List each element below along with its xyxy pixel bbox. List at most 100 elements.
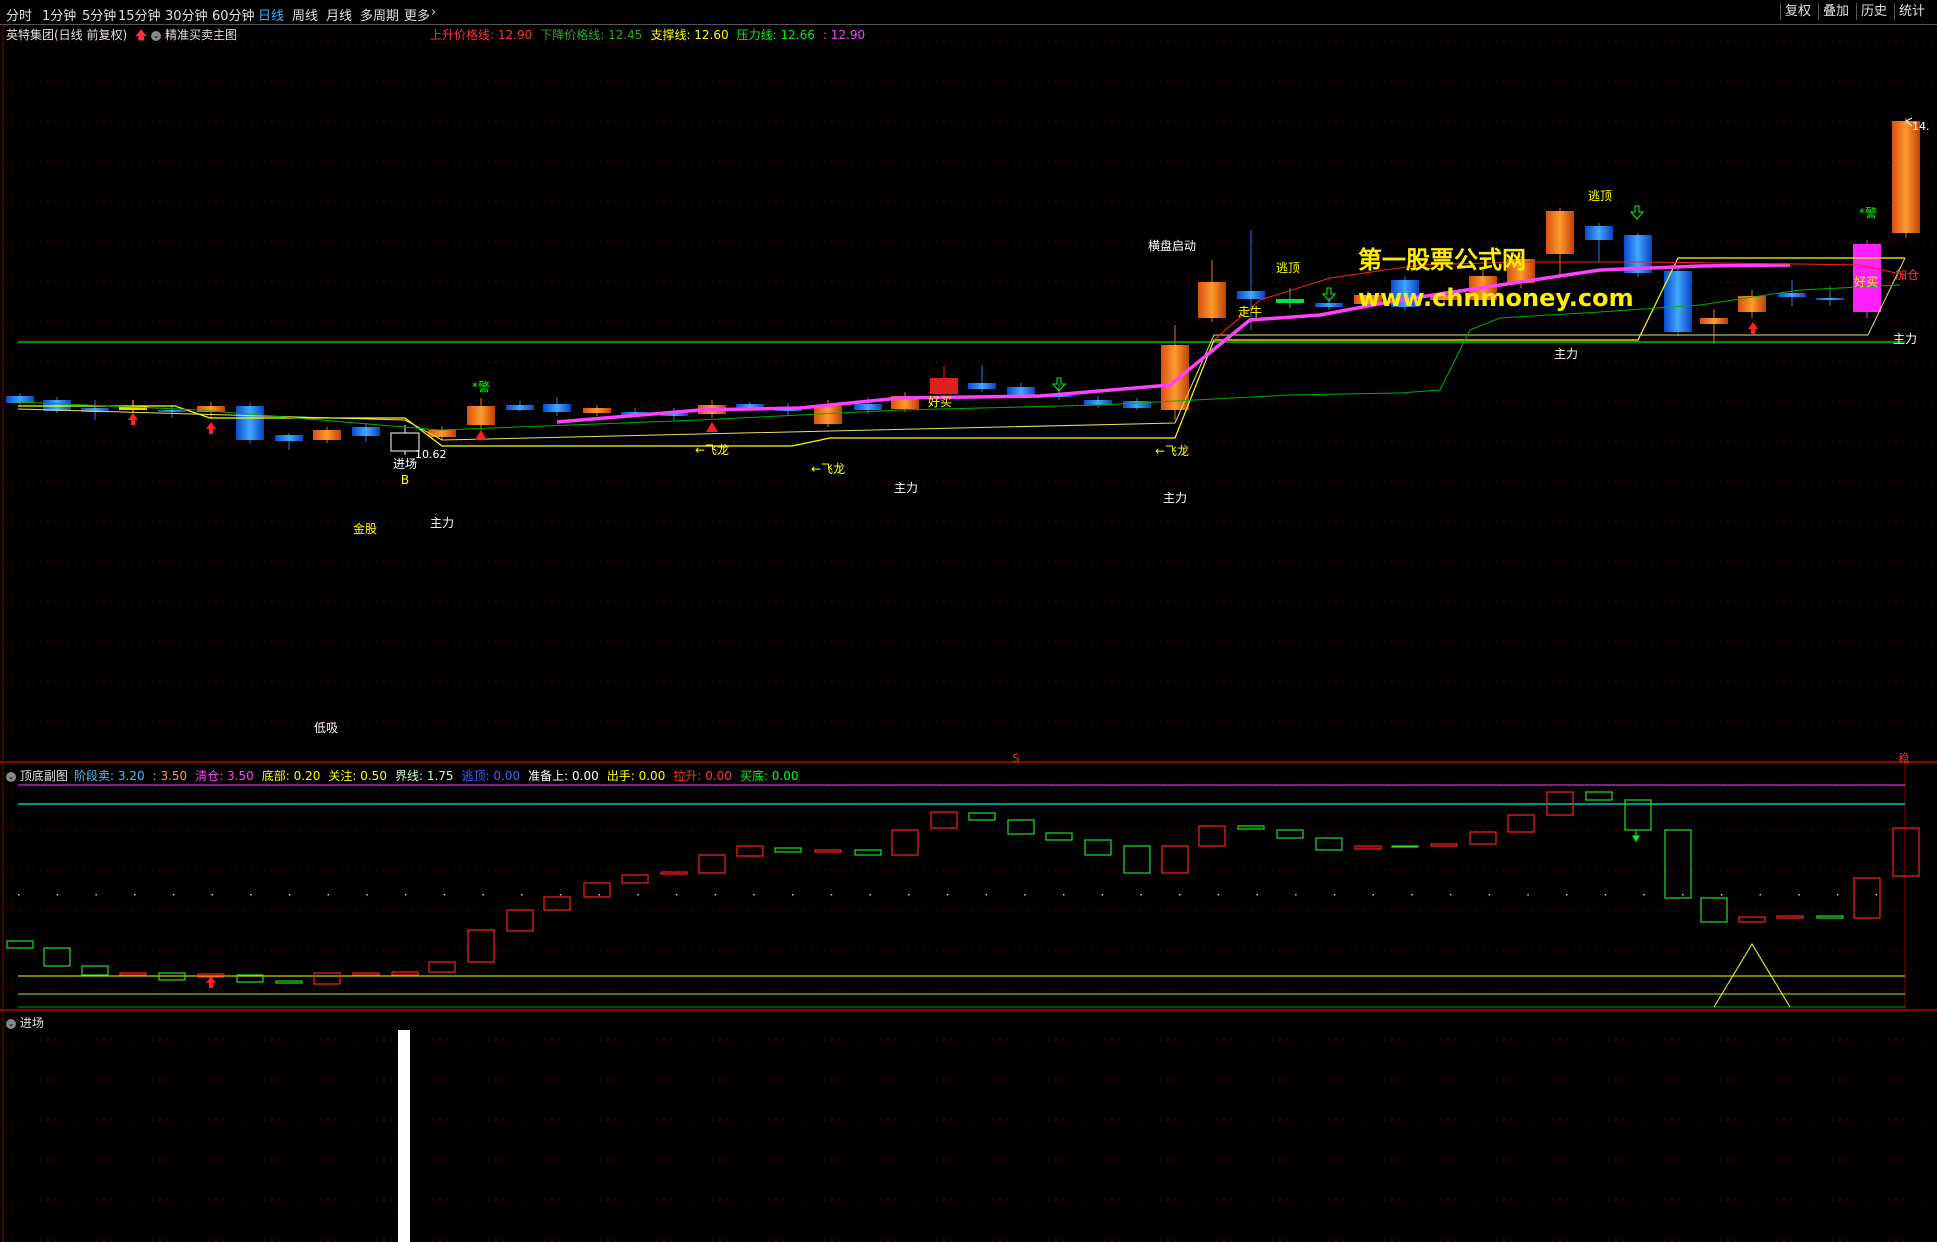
sub-candle bbox=[1585, 791, 1613, 801]
dot-line bbox=[1295, 894, 1297, 896]
main-ind-name-1: 下降价格线: bbox=[540, 28, 605, 42]
sub-ind-name-7: 准备上: bbox=[528, 769, 569, 783]
sub-candle bbox=[1738, 916, 1766, 923]
main-ind-value-3: 12.66 bbox=[776, 28, 815, 42]
candle bbox=[930, 378, 958, 394]
main-ind-value-2: 12.60 bbox=[690, 28, 729, 42]
chart-canvas[interactable]: *警进场B金股 主力←飞龙←飞龙主力好买横盘启动←飞龙主力走牛逃顶逃顶主力*警好买… bbox=[0, 0, 1937, 1242]
sub-candle bbox=[1816, 915, 1844, 919]
dot-line bbox=[1836, 894, 1839, 896]
sub-candle bbox=[891, 829, 919, 856]
dot-line bbox=[598, 894, 600, 896]
sub-candle bbox=[583, 882, 611, 898]
candle bbox=[428, 430, 456, 437]
chart-label: 主力 bbox=[1893, 332, 1917, 346]
dot-line bbox=[1488, 894, 1491, 896]
sub-candle bbox=[1198, 825, 1226, 847]
sub-ind-value-0: 3.20 bbox=[114, 769, 145, 783]
chart-label: 主力 bbox=[1554, 347, 1578, 361]
dot-line bbox=[405, 894, 407, 896]
sub-panel-header: ⌄ 顶底副图 bbox=[6, 767, 68, 784]
sub-panel-title[interactable]: 顶底副图 bbox=[20, 769, 68, 783]
formula-name[interactable]: 精准买卖主图 bbox=[165, 28, 237, 42]
sub-candle bbox=[119, 972, 147, 976]
dot-line bbox=[1101, 894, 1104, 896]
sub-ind-name-6: 逃顶: bbox=[461, 769, 490, 783]
chart-label: 逃顶 bbox=[1588, 189, 1612, 203]
main-ind-value-0: 12.90 bbox=[494, 28, 533, 42]
sub-candle bbox=[1045, 832, 1073, 841]
candle bbox=[1700, 318, 1728, 324]
sub-candle bbox=[736, 845, 764, 857]
third-panel-title[interactable]: 进场 bbox=[20, 1016, 44, 1030]
price-low-label: 10.62 bbox=[415, 448, 447, 461]
sub-candle bbox=[1776, 915, 1804, 919]
sub-ind-name-3: 底部: bbox=[261, 769, 290, 783]
sub-ind-name-4: 关注: bbox=[328, 769, 357, 783]
chart-label: ←飞龙 bbox=[811, 462, 845, 476]
sub-candle bbox=[1237, 825, 1265, 830]
collapse-circle-icon[interactable]: ⌄ bbox=[6, 1018, 16, 1029]
dot-line bbox=[985, 894, 987, 896]
dot-line bbox=[1179, 894, 1181, 896]
green-down-arrow-icon bbox=[1632, 830, 1640, 842]
entry-volume-bar bbox=[398, 1030, 410, 1242]
candle bbox=[352, 427, 380, 436]
sub-candle bbox=[1123, 845, 1151, 874]
dot-line bbox=[1720, 894, 1723, 896]
main-indicator-values: 上升价格线: 12.90 下降价格线: 12.45 支撑线: 12.60 压力线: 1… bbox=[430, 26, 865, 43]
collapse-circle-icon[interactable]: ⌄ bbox=[151, 30, 162, 41]
sub-candle bbox=[1469, 831, 1497, 845]
chart-label: 走牛 bbox=[1238, 304, 1262, 319]
candle bbox=[158, 410, 186, 412]
dot-line bbox=[1682, 894, 1684, 896]
sub-candle bbox=[660, 871, 688, 875]
chart-label: *警 bbox=[1859, 205, 1877, 220]
dot-line bbox=[946, 894, 949, 896]
dot-line bbox=[18, 894, 20, 896]
dot-line bbox=[1256, 894, 1258, 896]
sub-candle bbox=[81, 965, 109, 976]
red-up-arrow-icon bbox=[1748, 322, 1758, 334]
sub-ind-value-10: 0.00 bbox=[767, 769, 799, 783]
sub-ind-name-10: 买底: bbox=[739, 769, 768, 783]
sub-candle bbox=[1391, 845, 1419, 848]
candle bbox=[313, 430, 341, 440]
sub-candle bbox=[1315, 837, 1343, 851]
sub-candle bbox=[1084, 839, 1112, 856]
dot-line bbox=[366, 894, 368, 896]
watermark-url: www.chnmoney.com bbox=[1358, 284, 1634, 312]
chart-label: 进场 bbox=[393, 457, 417, 471]
sub-candle bbox=[352, 972, 380, 976]
chart-label: 好买 bbox=[928, 395, 952, 409]
collapse-circle-icon[interactable]: ⌄ bbox=[6, 771, 16, 782]
dot-line bbox=[637, 894, 639, 896]
sub-candle bbox=[428, 961, 456, 973]
dot-line bbox=[675, 894, 678, 896]
candle bbox=[1816, 298, 1844, 300]
sub-candle bbox=[930, 811, 958, 829]
chart-label: 稳 bbox=[1899, 751, 1910, 765]
dot-line bbox=[792, 894, 794, 896]
sub-ind-value-8: 0.00 bbox=[634, 769, 666, 783]
sub-candle bbox=[1161, 845, 1189, 874]
sub-ind-name-8: 出手: bbox=[606, 769, 635, 783]
chart-label: 好买 bbox=[1854, 275, 1878, 289]
sub-candle bbox=[1892, 827, 1920, 877]
main-ind-value-1: 12.45 bbox=[604, 28, 643, 42]
chart-label: B bbox=[401, 473, 409, 487]
sub-ind-value-5: 1.75 bbox=[423, 769, 454, 783]
main-ind-name-0: 上升价格线: bbox=[430, 28, 495, 42]
sub-ind-value-6: 0.00 bbox=[489, 769, 521, 783]
sub-ind-value-2: 3.50 bbox=[223, 769, 254, 783]
candle bbox=[1237, 291, 1265, 299]
dot-line bbox=[1566, 894, 1568, 896]
sub-candle bbox=[543, 896, 571, 911]
chart-label: ←飞龙 bbox=[695, 443, 729, 457]
dot-line bbox=[288, 894, 291, 896]
price-high-label: 14. bbox=[1912, 120, 1930, 133]
sub-candle bbox=[1007, 819, 1035, 835]
chart-label: 主力 bbox=[1163, 491, 1187, 505]
dot-line bbox=[1217, 894, 1220, 896]
third-panel-header: ⌄ 进场 bbox=[6, 1014, 44, 1031]
